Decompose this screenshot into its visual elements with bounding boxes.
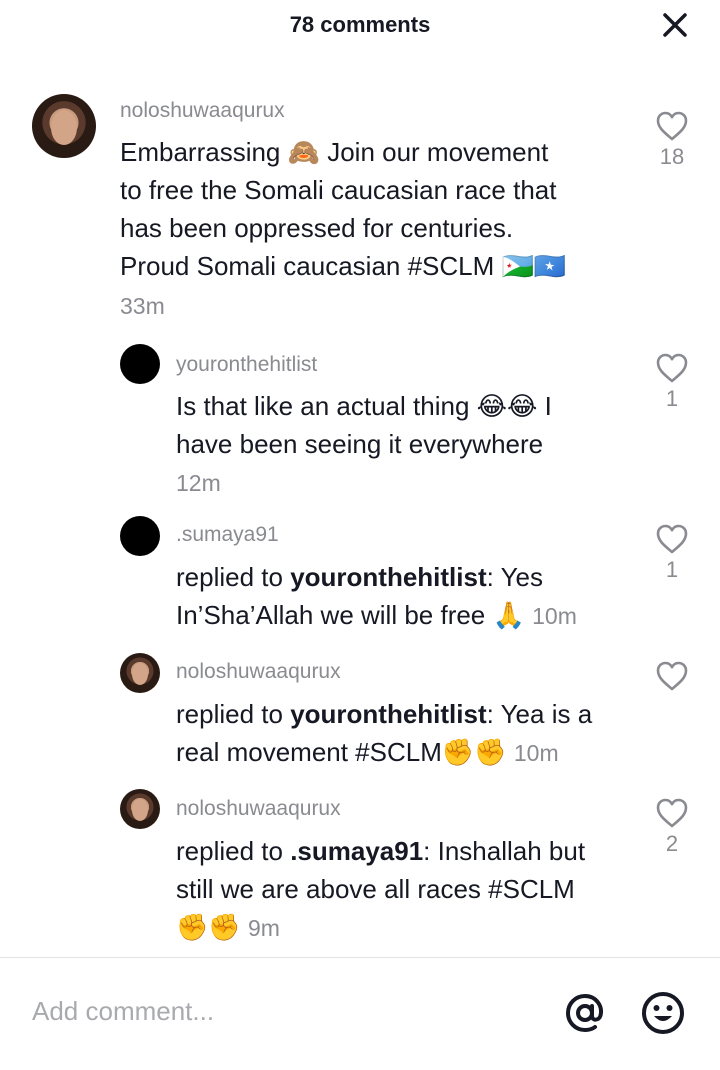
reply-text: real movement #SCLM✊✊ [176,737,507,767]
comment-text: Embarrassing 🙈 Join our movement to free… [120,133,640,285]
heart-icon [656,111,688,141]
comment-text-line: to free the Somali caucasian race that [120,175,557,205]
comment-text: replied to youronthehitlist: Yes In’Sha’… [176,558,646,635]
comment-timestamp: 10m [532,603,577,629]
reply-prefix: replied to [176,562,291,592]
comment-username[interactable]: noloshuwaaqurux [120,99,285,123]
comment-text-line: real movement #SCLM✊✊ 10m [176,733,646,772]
comment-timestamp: 33m [120,293,165,319]
comment-text-line: has been oppressed for centuries. [120,213,514,243]
comments-count-title: 78 comments [289,12,431,37]
comment-text: Is that like an actual thing 😂😂 I have b… [176,387,636,463]
comment-username[interactable]: youronthehitlist [176,353,317,377]
like-button[interactable]: 2 [652,797,692,857]
comment-text-line: replied to .sumaya91: Inshallah but [176,832,646,870]
reply-prefix: replied to [176,836,291,866]
like-count: 18 [659,144,685,169]
avatar[interactable] [120,789,160,829]
comment-username[interactable]: noloshuwaaqurux [176,660,341,684]
comment-username[interactable]: .sumaya91 [176,523,279,547]
comment-text-line: replied to youronthehitlist: Yea is a [176,695,646,733]
avatar[interactable] [120,344,160,384]
at-icon [565,993,603,1033]
like-button[interactable]: 1 [652,352,692,412]
reply-mention[interactable]: youronthehitlist [290,699,486,729]
comment-text-line: Embarrassing 🙈 Join our movement [120,137,549,167]
heart-icon [656,798,688,828]
comment-timestamp: 10m [513,740,559,766]
comment-text-line: replied to youronthehitlist: Yes [176,558,646,596]
mention-button[interactable] [562,990,608,1036]
reply-mention[interactable]: youronthehitlist [290,562,486,592]
close-icon [663,13,687,37]
comment-timestamp: 12m [176,470,221,496]
like-count: 1 [665,386,679,411]
comment-composer: Add comment... [0,958,720,1070]
like-button[interactable]: 1 [652,523,692,583]
comment-text-line: have been seeing it everywhere [176,429,544,459]
like-button[interactable] [652,660,692,694]
heart-icon [656,353,688,383]
close-button[interactable] [660,10,690,40]
comment-username[interactable]: noloshuwaaqurux [176,797,341,821]
like-count: 2 [665,831,679,856]
like-count: 1 [665,557,679,582]
comment-text: replied to .sumaya91: Inshallah but stil… [176,832,646,947]
like-button[interactable]: 18 [652,110,692,170]
heart-icon [656,524,688,554]
emoji-icon [642,992,684,1034]
avatar[interactable] [32,94,96,158]
comment-text-line: still we are above all races #SCLM [176,874,575,904]
comment-input[interactable]: Add comment... [32,996,214,1027]
comments-header: 78 comments [0,0,720,50]
avatar[interactable] [120,653,160,693]
heart-icon [656,661,688,691]
reply-text: In’Sha’Allah we will be free 🙏 [176,600,525,630]
reply-text: : Yea is a [486,699,593,729]
comment-timestamp: 9m [247,915,280,941]
avatar[interactable] [120,516,160,556]
reply-mention[interactable]: .sumaya91 [290,836,423,866]
reply-prefix: replied to [176,699,291,729]
reply-text: : Inshallah but [423,836,586,866]
comment-text-line: Is that like an actual thing 😂😂 I [176,391,552,421]
reply-text: : Yes [486,562,544,592]
comment-text-line: In’Sha’Allah we will be free 🙏 10m [176,596,646,635]
comment-text-line: ✊✊ 9m [176,908,646,947]
reply-text: ✊✊ [176,912,241,942]
emoji-button[interactable] [640,990,686,1036]
comment-text-line: Proud Somali caucasian #SCLM 🇩🇯🇸🇴 [120,251,567,281]
comment-text: replied to youronthehitlist: Yea is a re… [176,695,646,772]
